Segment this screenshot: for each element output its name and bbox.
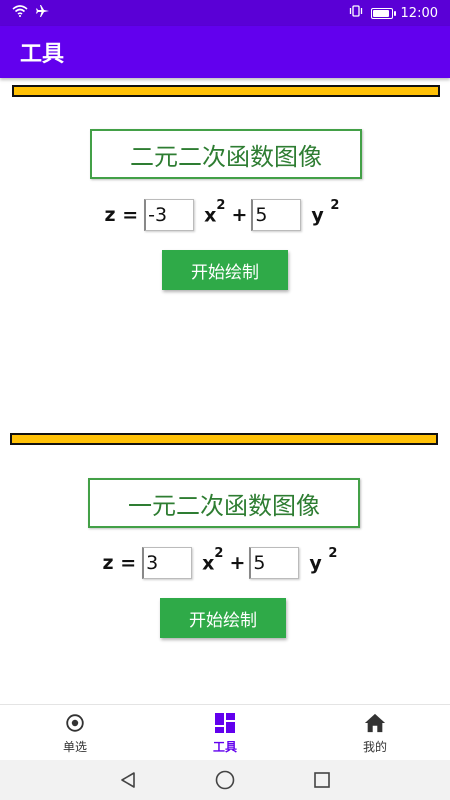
x-term: x2: [202, 546, 224, 575]
y-coefficient-input[interactable]: [249, 547, 300, 579]
nav-item-tools[interactable]: 工具: [150, 705, 300, 761]
nav-item-mine[interactable]: 我的: [300, 705, 450, 761]
nav-item-single-choice[interactable]: 单选: [0, 705, 150, 761]
status-left: [12, 4, 50, 22]
app-bar: 工具: [0, 26, 450, 78]
airplane-icon: [36, 4, 50, 22]
section-title: 一元二次函数图像: [88, 478, 360, 528]
start-draw-button[interactable]: 开始绘制: [162, 250, 288, 290]
status-right: 12:00: [349, 5, 438, 21]
nav-item-label: 我的: [362, 739, 387, 754]
y-term: y 2: [309, 546, 338, 575]
back-icon[interactable]: [116, 768, 140, 792]
formula-row: z = x2 + y 2: [0, 546, 448, 580]
status-time: 12:00: [400, 5, 438, 21]
formula-lhs: z =: [102, 552, 137, 574]
page-title: 工具: [20, 42, 65, 67]
plus-sign: +: [231, 204, 248, 226]
bottom-navigation: 单选 工具 我的: [0, 704, 450, 761]
y-coefficient-input[interactable]: [251, 199, 302, 231]
home-icon: [364, 712, 386, 734]
dashboard-icon: [214, 712, 236, 734]
battery-icon: [370, 7, 396, 19]
x-term: x2: [204, 198, 226, 227]
vibrate-icon: [349, 5, 363, 21]
status-bar: 12:00: [0, 0, 450, 26]
nav-item-label: 单选: [62, 739, 87, 754]
start-draw-button[interactable]: 开始绘制: [160, 598, 286, 638]
nav-item-label: 工具: [212, 739, 237, 754]
y-term: y 2: [311, 198, 340, 227]
home-circle-icon[interactable]: [213, 768, 237, 792]
section-title: 二元二次函数图像: [90, 129, 362, 179]
x-coefficient-input[interactable]: [142, 547, 193, 579]
formula-row: z = x2 + y 2: [0, 198, 450, 232]
recents-icon[interactable]: [310, 768, 334, 792]
formula-lhs: z =: [104, 204, 139, 226]
main-content[interactable]: 二元二次函数图像 z = x2 + y 2 开始绘制 一元二次函数图像 z = …: [0, 78, 450, 704]
section-divider: [10, 433, 438, 445]
wifi-icon: [12, 5, 28, 21]
plus-sign: +: [229, 552, 246, 574]
system-navigation-bar: [0, 760, 450, 800]
eye-icon: [64, 712, 86, 734]
x-coefficient-input[interactable]: [144, 199, 195, 231]
section-divider: [12, 85, 440, 97]
